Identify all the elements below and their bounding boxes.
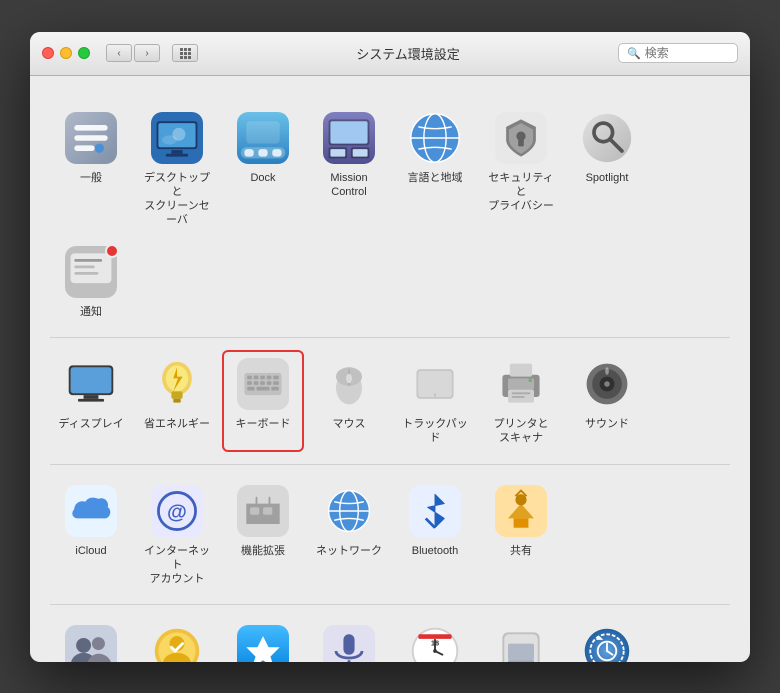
system-preferences-window: ‹ › システム環境設定 🔍 [30, 32, 750, 662]
datetime-icon: 18 [407, 623, 463, 661]
grid-view-button[interactable] [172, 44, 198, 62]
energy-icon [149, 356, 205, 412]
internet-label: インターネット アカウント [140, 544, 214, 587]
pref-sharing[interactable]: 共有 [480, 477, 562, 593]
spotlight-label: Spotlight [586, 171, 629, 185]
pref-internet[interactable]: @ インターネット アカウント [136, 477, 218, 593]
pref-network[interactable]: ネットワーク [308, 477, 390, 593]
pref-icloud[interactable]: iCloud [50, 477, 132, 593]
titlebar: ‹ › システム環境設定 🔍 [30, 32, 750, 76]
minimize-button[interactable] [60, 47, 72, 59]
sound-label: サウンド [585, 417, 629, 431]
pref-extensions[interactable]: 機能拡張 [222, 477, 304, 593]
pref-printer[interactable]: プリンタと スキャナ [480, 350, 562, 452]
section-internet: iCloud @ インターネット アカウント [50, 465, 730, 606]
pref-mission[interactable]: Mission Control [308, 104, 390, 234]
internet-icon: @ [149, 483, 205, 539]
pref-parental[interactable]: ペアレンタル コントロール [136, 617, 218, 661]
maximize-button[interactable] [78, 47, 90, 59]
nav-buttons: ‹ › [106, 44, 160, 62]
bluetooth-icon [407, 483, 463, 539]
language-label: 言語と地域 [408, 171, 463, 185]
desktop-icon [149, 110, 205, 166]
dictation-icon [321, 623, 377, 661]
pref-dictation[interactable]: 音声入力と 読み上げ [308, 617, 390, 661]
pref-display[interactable]: ディスプレイ [50, 350, 132, 452]
trackpad-icon [407, 356, 463, 412]
forward-button[interactable]: › [134, 44, 160, 62]
network-icon [321, 483, 377, 539]
search-icon: 🔍 [627, 47, 641, 60]
search-input[interactable] [645, 46, 730, 60]
notification-icon [63, 244, 119, 300]
icloud-label: iCloud [75, 544, 106, 558]
dock-icon [235, 110, 291, 166]
pref-sound[interactable]: サウンド [566, 350, 648, 452]
network-label: ネットワーク [316, 544, 382, 558]
keyboard-icon [235, 356, 291, 412]
svg-text:@: @ [167, 501, 187, 523]
language-icon [407, 110, 463, 166]
window-title: システム環境設定 [206, 44, 610, 63]
pref-notification[interactable]: 通知 [50, 238, 132, 325]
security-icon [493, 110, 549, 166]
appstore-icon [235, 623, 291, 661]
back-button[interactable]: ‹ [106, 44, 132, 62]
pref-mouse[interactable]: マウス [308, 350, 390, 452]
pref-users[interactable]: ユーザとグループ [50, 617, 132, 661]
section-personal: 一般 デスクトップと スクリーンセーバ [50, 92, 730, 338]
bluetooth-label: Bluetooth [412, 544, 458, 558]
printer-label: プリンタと スキャナ [494, 417, 549, 446]
search-box[interactable]: 🔍 [618, 43, 738, 63]
traffic-lights [42, 47, 90, 59]
sharing-label: 共有 [510, 544, 532, 558]
pref-datetime[interactable]: 18 日付と時刻 [394, 617, 476, 661]
mouse-icon [321, 356, 377, 412]
preferences-grid: 一般 デスクトップと スクリーンセーバ [30, 76, 750, 662]
dock-label: Dock [250, 171, 275, 185]
close-button[interactable] [42, 47, 54, 59]
pref-desktop[interactable]: デスクトップと スクリーンセーバ [136, 104, 218, 234]
startup-icon [493, 623, 549, 661]
pref-general[interactable]: 一般 [50, 104, 132, 234]
pref-bluetooth[interactable]: Bluetooth [394, 477, 476, 593]
trackpad-label: トラックパッド [398, 417, 472, 446]
spotlight-icon [579, 110, 635, 166]
printer-icon [493, 356, 549, 412]
notification-label: 通知 [80, 305, 102, 319]
general-icon [63, 110, 119, 166]
timemachine-icon [579, 623, 635, 661]
notification-badge [105, 244, 119, 258]
pref-spotlight[interactable]: Spotlight [566, 104, 648, 234]
extensions-label: 機能拡張 [241, 544, 285, 558]
pref-startup[interactable]: 起動 ディスク [480, 617, 562, 661]
sharing-icon [493, 483, 549, 539]
icloud-icon [63, 483, 119, 539]
section-hardware: ディスプレイ 省エネルギー [50, 338, 730, 465]
section-system: ユーザとグループ ペアレンタル コントロール [50, 605, 730, 661]
pref-energy[interactable]: 省エネルギー [136, 350, 218, 452]
pref-dock[interactable]: Dock [222, 104, 304, 234]
keyboard-label: キーボード [236, 417, 291, 431]
parental-icon [149, 623, 205, 661]
display-icon [63, 356, 119, 412]
pref-keyboard[interactable]: キーボード [222, 350, 304, 452]
mission-icon [321, 110, 377, 166]
pref-trackpad[interactable]: トラックパッド [394, 350, 476, 452]
pref-security[interactable]: セキュリティと プライバシー [480, 104, 562, 234]
security-label: セキュリティと プライバシー [484, 171, 558, 214]
display-label: ディスプレイ [58, 417, 123, 431]
mouse-label: マウス [333, 417, 366, 431]
extensions-icon [235, 483, 291, 539]
sound-icon [579, 356, 635, 412]
energy-label: 省エネルギー [144, 417, 210, 431]
pref-appstore[interactable]: App Store [222, 617, 304, 661]
users-icon [63, 623, 119, 661]
desktop-label: デスクトップと スクリーンセーバ [140, 171, 214, 228]
pref-timemachine[interactable]: Time Machine [566, 617, 648, 661]
general-label: 一般 [80, 171, 102, 185]
mission-label: Mission Control [330, 171, 367, 200]
pref-language[interactable]: 言語と地域 [394, 104, 476, 234]
